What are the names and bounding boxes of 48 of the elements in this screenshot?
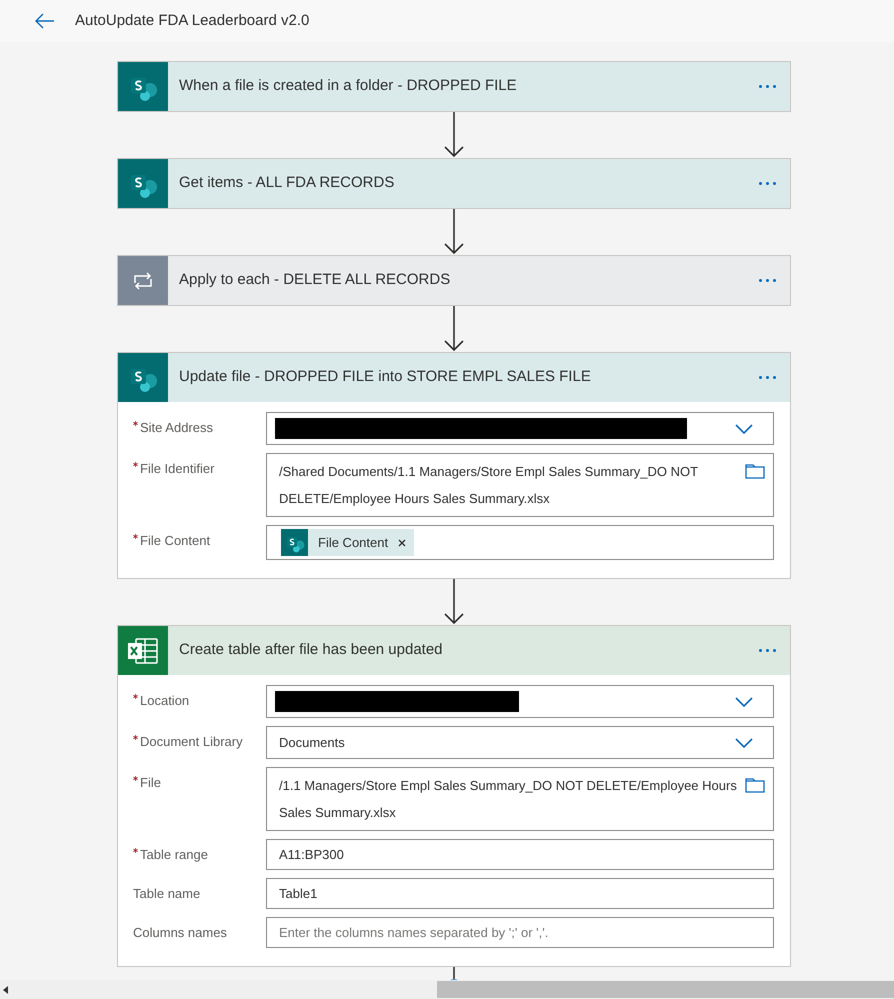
folder-icon — [745, 778, 765, 793]
token-label: File Content — [318, 534, 388, 552]
chevron-down-icon — [735, 424, 753, 434]
input-field[interactable]: Table1 — [266, 878, 774, 909]
dropdown-field[interactable] — [266, 685, 774, 718]
chevron-down-icon — [735, 696, 753, 706]
more-options-icon[interactable] — [759, 376, 776, 379]
connector-arrow — [442, 209, 466, 255]
dropdown-field[interactable] — [266, 412, 774, 445]
field-label: Table range — [140, 846, 208, 864]
flow-title: AutoUpdate FDA Leaderboard v2.0 — [75, 10, 310, 31]
action-title: When a file is created in a folder - DROPPED FILE — [179, 76, 517, 96]
more-options-icon[interactable] — [759, 649, 776, 652]
action-title: Update file - DROPPED FILE into STORE EMPL SALES FILE — [179, 367, 591, 388]
connector-arrow — [442, 112, 466, 158]
connector-arrow — [442, 579, 466, 625]
field-label: File Identifier — [140, 460, 214, 478]
excel-icon — [127, 636, 159, 664]
more-options-icon[interactable] — [759, 182, 776, 185]
field-label: File Content — [140, 532, 210, 550]
more-options-icon[interactable] — [759, 279, 776, 282]
field-label: File — [140, 774, 161, 792]
connector-arrow — [442, 306, 466, 352]
action-title: Apply to each - DELETE ALL RECORDS — [179, 270, 450, 290]
field-label: Site Address — [140, 419, 213, 437]
scrollbar-thumb[interactable] — [437, 981, 894, 998]
action-title: Create table after file has been updated — [179, 640, 443, 660]
card-header[interactable]: Apply to each - DELETE ALL RECORDS — [118, 256, 790, 305]
folder-icon — [745, 464, 765, 479]
field-label: Table name — [133, 885, 200, 903]
field-label: Location — [140, 692, 190, 710]
input-field[interactable]: A11:BP300 — [266, 839, 774, 870]
input-field[interactable]: Enter the columns names separated by ';' or ','. — [266, 917, 774, 948]
card-header[interactable]: Update file - DROPPED FILE into STORE EMPL SALES FILE — [118, 353, 790, 402]
more-options-icon[interactable] — [759, 85, 776, 88]
dropdown-field[interactable]: Documents — [266, 726, 774, 759]
file-content-token[interactable]: File Content — [281, 529, 414, 556]
horizontal-scrollbar[interactable] — [0, 980, 894, 999]
token-field[interactable]: File Content — [266, 525, 774, 560]
back-arrow-icon[interactable] — [35, 13, 55, 29]
chevron-down-icon — [735, 738, 753, 748]
action-title: Get items - ALL FDA RECORDS — [179, 173, 394, 194]
card-header[interactable]: Get items - ALL FDA RECORDS — [118, 159, 790, 208]
field-label: Columns names — [133, 924, 227, 942]
card-header[interactable]: When a file is created in a folder - DROPPED FILE — [118, 62, 790, 111]
close-icon[interactable] — [398, 538, 406, 546]
card-header[interactable]: Create table after file has been updated — [118, 626, 790, 675]
field-label: Document Library — [140, 733, 243, 751]
